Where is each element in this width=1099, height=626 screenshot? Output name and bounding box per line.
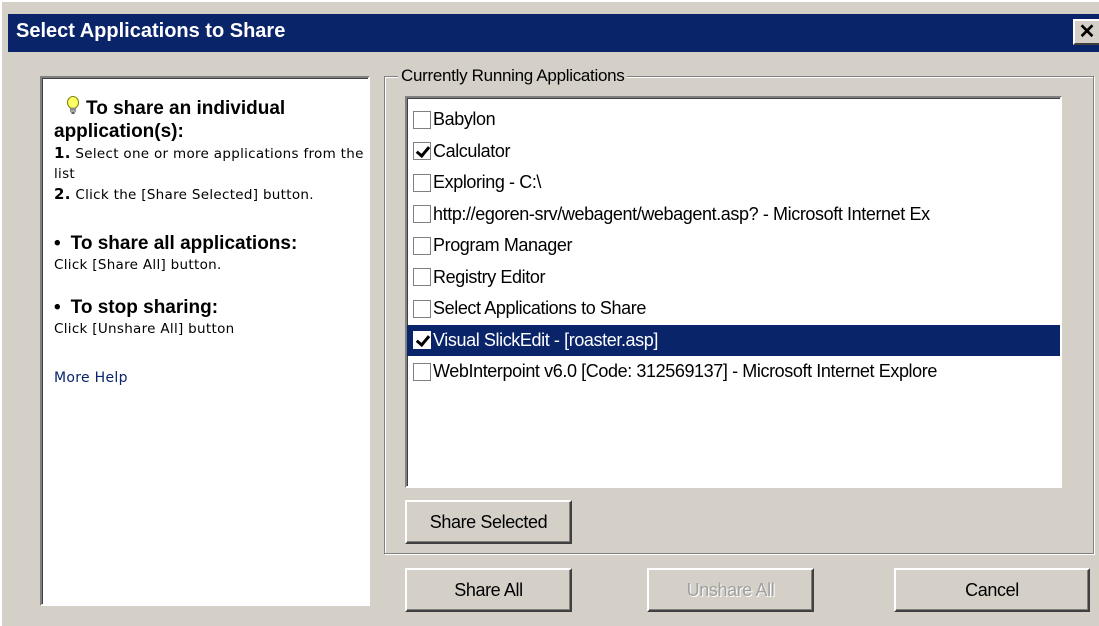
heading-all-text: To share all applications: <box>70 233 298 254</box>
list-item[interactable]: Exploring - C:\ <box>407 167 1060 199</box>
close-icon: ✕ <box>1078 21 1096 43</box>
list-item[interactable]: Visual SlickEdit - [roaster.asp] <box>407 324 1060 356</box>
list-item[interactable]: http://egoren-srv/webagent/webagent.asp?… <box>407 199 1060 231</box>
list-item-label: Registry Editor <box>433 266 546 287</box>
checkbox[interactable] <box>413 268 431 287</box>
list-item-label: Visual SlickEdit - [roaster.asp] <box>433 329 658 350</box>
list-item-label: Select Applications to Share <box>433 298 646 319</box>
checkbox[interactable] <box>413 362 431 381</box>
list-item-label: Calculator <box>433 140 511 161</box>
bullet: • <box>54 297 61 318</box>
more-help-link[interactable]: More Help <box>54 370 368 386</box>
share-selected-button[interactable]: Share Selected <box>405 500 572 544</box>
help-heading-stop: • To stop sharing: <box>54 296 368 319</box>
help-panel: To share an individual application(s): 1… <box>40 76 370 606</box>
list-item[interactable]: Select Applications to Share <box>407 293 1060 325</box>
list-item[interactable]: WebInterpoint v6.0 [Code: 312569137] - M… <box>407 356 1060 388</box>
group-label: Currently Running Applications <box>398 66 628 86</box>
list-item[interactable]: Program Manager <box>407 230 1060 262</box>
help-step-2: 2. Click the [Share Selected] button. <box>54 184 368 205</box>
heading-stop-text: To stop sharing: <box>70 297 219 318</box>
unshare-all-button[interactable]: Unshare All <box>647 568 814 612</box>
step2-text: Click the [Share Selected] button. <box>70 187 314 203</box>
list-item-label: Program Manager <box>433 235 573 256</box>
checkbox[interactable] <box>413 110 431 129</box>
checkbox-checked[interactable] <box>413 142 431 161</box>
help-all-text: Click [Share All] button. <box>54 257 222 273</box>
checkbox[interactable] <box>413 299 431 318</box>
help-step-1: 1. Select one or more applications from … <box>54 143 368 184</box>
list-item-label: http://egoren-srv/webagent/webagent.asp?… <box>433 203 930 224</box>
list-item-label: Babylon <box>433 109 496 130</box>
applications-list[interactable]: Babylon Calculator Exploring - C:\ http://e… <box>405 96 1062 488</box>
help-stop-text: Click [Unshare All] button <box>54 321 235 337</box>
list-item[interactable]: Babylon <box>407 104 1060 136</box>
checkbox[interactable] <box>413 205 431 224</box>
list-item-label: WebInterpoint v6.0 [Code: 312569137] - M… <box>433 361 937 382</box>
list-item[interactable]: Calculator <box>407 136 1060 168</box>
list-item[interactable]: Registry Editor <box>407 262 1060 294</box>
help-heading-individual: To share an individual application(s): <box>54 96 368 143</box>
title-bar[interactable]: Select Applications to Share ✕ <box>8 14 1099 52</box>
step1-text: Select one or more applications from the… <box>54 146 364 182</box>
close-button[interactable]: ✕ <box>1073 19 1099 45</box>
checkbox[interactable] <box>413 236 431 255</box>
select-applications-dialog: Select Applications to Share ✕ To share … <box>0 0 1099 626</box>
checkbox[interactable] <box>413 173 431 192</box>
window-title: Select Applications to Share <box>16 20 286 42</box>
heading-individual-text: To share an individual application(s): <box>54 98 286 142</box>
cancel-button[interactable]: Cancel <box>894 568 1090 612</box>
step2-number: 2. <box>54 185 71 203</box>
help-heading-all: • To share all applications: <box>54 232 368 255</box>
checkbox-checked[interactable] <box>413 331 431 350</box>
bullet: • <box>54 233 61 254</box>
share-all-button[interactable]: Share All <box>405 568 572 612</box>
list-item-label: Exploring - C:\ <box>433 172 542 193</box>
lightbulb-icon <box>66 96 80 116</box>
step1-number: 1. <box>54 144 71 162</box>
